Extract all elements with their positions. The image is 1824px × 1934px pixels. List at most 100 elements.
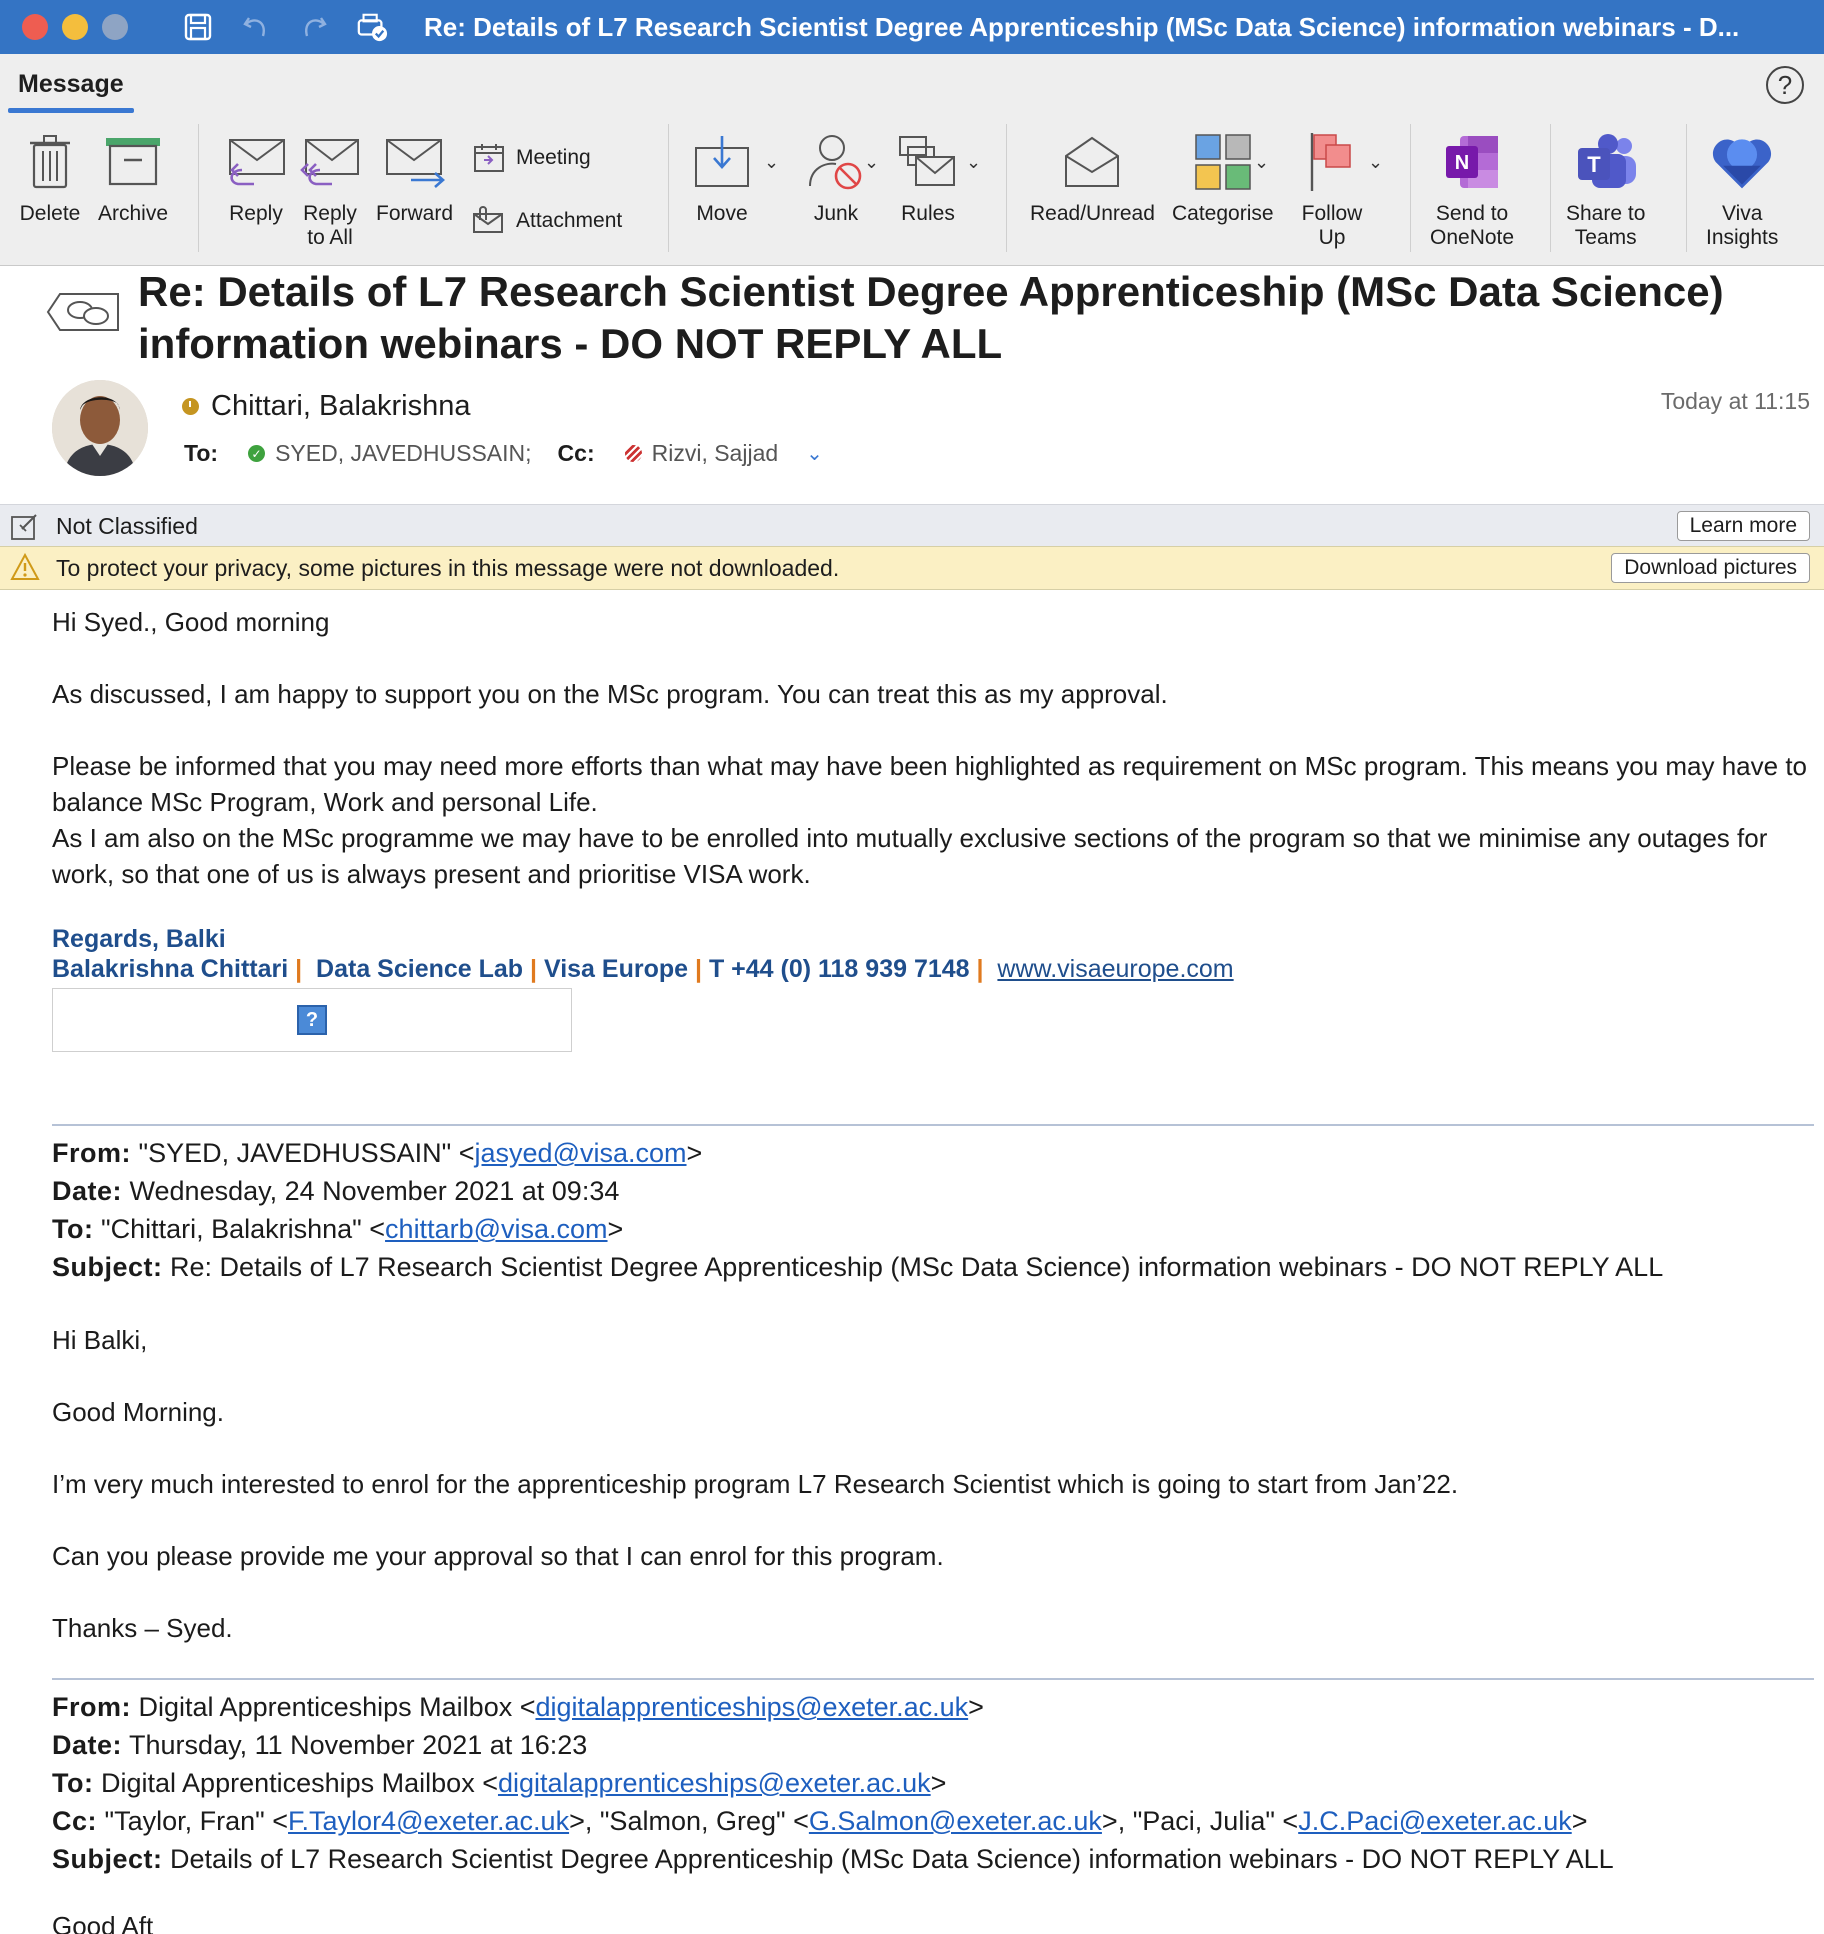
- meeting-label: Meeting: [516, 146, 591, 169]
- ribbon-divider: [1006, 124, 1007, 252]
- forward-button[interactable]: Forward: [376, 130, 453, 226]
- attachment-button[interactable]: Attachment: [472, 206, 622, 236]
- categorise-icon: [1191, 130, 1255, 194]
- redo-icon[interactable]: [298, 11, 330, 43]
- quoted-from-line: From: "SYED, JAVEDHUSSAIN" <jasyed@visa.…: [52, 1134, 1812, 1172]
- cc-email-link[interactable]: J.C.Paci@exeter.ac.uk: [1298, 1806, 1572, 1836]
- from-name: "SYED, JAVEDHUSSAIN" <: [138, 1138, 475, 1168]
- flag-icon: [1300, 130, 1364, 194]
- teams-label-1: Share to: [1566, 202, 1646, 225]
- save-icon[interactable]: [182, 11, 214, 43]
- signature-separator: |: [694, 955, 702, 983]
- help-icon[interactable]: ?: [1766, 66, 1804, 104]
- presence-away-icon: [182, 398, 199, 415]
- signature-website-link[interactable]: www.visaeurope.com: [997, 955, 1233, 983]
- quick-access-toolbar: [182, 11, 388, 43]
- classification-bar: Not Classified Learn more: [0, 504, 1824, 546]
- cc-email-link[interactable]: G.Salmon@exeter.ac.uk: [809, 1806, 1102, 1836]
- junk-button[interactable]: Junk: [804, 130, 868, 226]
- reply-all-button[interactable]: Reply to All: [298, 130, 362, 250]
- archive-button[interactable]: Archive: [98, 130, 168, 226]
- meeting-button[interactable]: Meeting: [472, 142, 591, 174]
- signature-separator: |: [976, 955, 984, 983]
- to-email-link[interactable]: digitalapprenticeships@exeter.ac.uk: [498, 1768, 931, 1798]
- date-label: Date:: [52, 1176, 123, 1206]
- to-email-link[interactable]: chittarb@visa.com: [385, 1214, 607, 1244]
- send-to-onenote-button[interactable]: N Send to OneNote: [1430, 130, 1514, 250]
- attachment-label: Attachment: [516, 209, 623, 232]
- tab-message[interactable]: Message: [18, 70, 124, 99]
- signature: Regards, Balki Balakrishna Chittari | Da…: [52, 924, 1812, 984]
- junk-dropdown-chevron-icon[interactable]: ⌄: [864, 152, 879, 173]
- move-dropdown-chevron-icon[interactable]: ⌄: [764, 152, 779, 173]
- viva-label-1: Viva: [1721, 202, 1763, 225]
- to-label: To:: [52, 1214, 94, 1244]
- from-label: From:: [52, 1692, 131, 1722]
- rules-dropdown-chevron-icon[interactable]: ⌄: [966, 152, 981, 173]
- body-paragraph-3: As I am also on the MSc programme we may…: [52, 823, 1768, 889]
- viva-insights-icon: [1710, 130, 1774, 194]
- categorise-dropdown-chevron-icon[interactable]: ⌄: [1254, 152, 1269, 173]
- rules-icon: [896, 130, 960, 194]
- cc-email-link[interactable]: F.Taylor4@exeter.ac.uk: [288, 1806, 569, 1836]
- trash-icon: [18, 130, 82, 194]
- classification-icon: [11, 514, 37, 540]
- sender[interactable]: Chittari, Balakrishna: [182, 390, 471, 423]
- undo-icon[interactable]: [240, 11, 272, 43]
- download-pictures-button[interactable]: Download pictures: [1611, 553, 1810, 583]
- read-unread-button[interactable]: Read/Unread: [1030, 130, 1155, 226]
- follow-up-dropdown-chevron-icon[interactable]: ⌄: [1368, 152, 1383, 173]
- from-email-link[interactable]: jasyed@visa.com: [475, 1138, 687, 1168]
- subject-line-2: information webinars - DO NOT REPLY ALL: [138, 320, 1003, 367]
- onenote-icon: N: [1440, 130, 1504, 194]
- subject-label: Subject:: [52, 1252, 163, 1282]
- move-folder-icon: [690, 130, 754, 194]
- learn-more-button[interactable]: Learn more: [1676, 511, 1810, 541]
- signature-line: Balakrishna Chittari | Data Science Lab …: [52, 954, 1812, 984]
- follow-up-label-1: Follow: [1301, 202, 1363, 225]
- minimize-window-button[interactable]: [62, 14, 88, 40]
- blocked-image-placeholder[interactable]: ?: [52, 988, 572, 1052]
- viva-insights-button[interactable]: Viva Insights: [1706, 130, 1778, 250]
- window-title: Re: Details of L7 Research Scientist Deg…: [424, 11, 1740, 42]
- paperclip-icon: [473, 206, 503, 233]
- ribbon-divider: [668, 124, 669, 252]
- sender-avatar[interactable]: [52, 380, 148, 476]
- cc-recipient[interactable]: Rizvi, Sajjad: [652, 440, 779, 467]
- move-label: Move: [696, 202, 748, 225]
- close-window-button[interactable]: [22, 14, 48, 40]
- from-email-link[interactable]: digitalapprenticeships@exeter.ac.uk: [535, 1692, 968, 1722]
- warning-icon: [10, 553, 40, 580]
- svg-text:T: T: [1587, 152, 1601, 177]
- sender-name: Chittari, Balakrishna: [211, 390, 471, 422]
- signature-lab: Data Science Lab: [316, 955, 524, 983]
- follow-up-button[interactable]: Follow Up: [1300, 130, 1364, 250]
- delete-button[interactable]: Delete: [18, 130, 82, 226]
- reply-button[interactable]: Reply: [224, 130, 288, 226]
- body-paragraph-1: As discussed, I am happy to support you …: [52, 679, 1168, 709]
- ribbon-divider: [1410, 124, 1411, 252]
- cc-name: "Taylor, Fran" <: [104, 1806, 289, 1836]
- privacy-bar: To protect your privacy, some pictures i…: [0, 546, 1824, 590]
- categorise-button[interactable]: Categorise: [1172, 130, 1274, 226]
- signature-phone: T +44 (0) 118 939 7148: [708, 955, 970, 983]
- to-recipient[interactable]: SYED, JAVEDHUSSAIN;: [275, 440, 531, 467]
- expand-recipients-chevron-icon[interactable]: ⌄: [806, 441, 823, 466]
- signature-separator: |: [295, 955, 303, 983]
- share-to-teams-button[interactable]: T Share to Teams: [1566, 130, 1645, 250]
- date-value: Wednesday, 24 November 2021 at 09:34: [129, 1176, 620, 1206]
- onenote-label-1: Send to: [1435, 202, 1509, 225]
- svg-text:N: N: [1455, 152, 1469, 174]
- title-bar: Re: Details of L7 Research Scientist Deg…: [0, 0, 1824, 54]
- quoted-line: Thanks – Syed.: [52, 1613, 233, 1643]
- read-unread-label: Read/Unread: [1030, 202, 1155, 225]
- reply-icon: [224, 130, 288, 194]
- ribbon: Delete Archive Reply Reply to All Forwar…: [0, 116, 1824, 266]
- presence-available-icon: ✓: [248, 445, 266, 462]
- print-check-icon[interactable]: [356, 11, 388, 43]
- forward-label: Forward: [376, 202, 454, 225]
- delete-label: Delete: [19, 202, 81, 225]
- rules-button[interactable]: Rules: [896, 130, 960, 226]
- zoom-window-button[interactable]: [102, 14, 128, 40]
- move-button[interactable]: Move: [690, 130, 754, 226]
